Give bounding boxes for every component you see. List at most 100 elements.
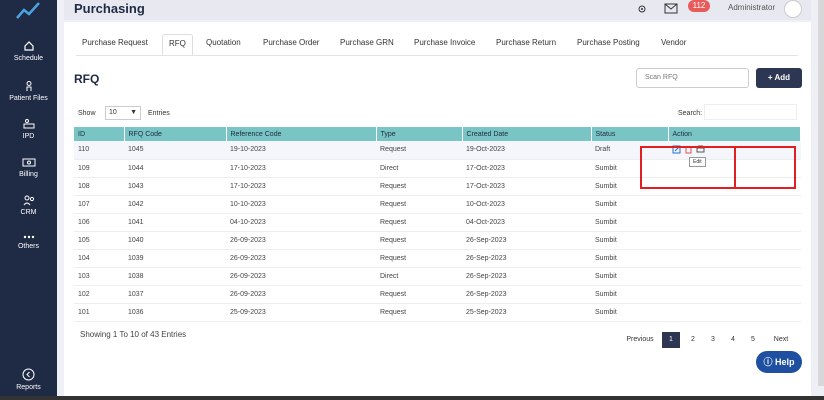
table-cell: 1039 (124, 249, 226, 269)
sidebar-item-others[interactable]: Others (0, 234, 57, 250)
home-icon (23, 41, 34, 51)
pagination-page-2[interactable]: 2 (684, 332, 702, 348)
sidebar-item-label: Schedule (13, 55, 44, 62)
table-cell: 101 (74, 303, 124, 323)
table-row: 103 1038 26-09-2023 Direct 26-Sep-2023 Sumbit (74, 267, 801, 287)
col-id[interactable]: ID (74, 127, 125, 141)
table-cell: Request (376, 249, 462, 269)
main-panel: Purchase Request RFQ Quotation Purchase … (64, 22, 811, 400)
pagination-page-5[interactable]: 5 (744, 332, 762, 348)
col-created-date[interactable]: Created Date (462, 127, 592, 141)
action-cell (668, 213, 801, 232)
action-cell (668, 249, 801, 269)
tab-rfq[interactable]: RFQ (162, 34, 193, 56)
table-header-row: ID RFQ Code Reference Code Type Created … (74, 127, 801, 141)
notification-badge[interactable]: 112 (688, 0, 710, 12)
add-button[interactable]: + Add (756, 68, 802, 88)
dots-icon (23, 235, 34, 239)
sidebar-item-crm[interactable]: CRM (0, 194, 57, 216)
search-label: Search: (678, 110, 703, 117)
gear-icon[interactable] (636, 3, 648, 15)
pagination-page-4[interactable]: 4 (724, 332, 742, 348)
action-cell (668, 285, 801, 305)
table-cell: 19-10-2023 (226, 141, 376, 160)
table-cell: 10-Oct-2023 (462, 195, 591, 214)
tab-quotation[interactable]: Quotation (200, 34, 247, 56)
table-cell: 1042 (124, 195, 226, 214)
pagination-next[interactable]: Next (768, 332, 794, 348)
sidebar-item-reports[interactable]: Reports (0, 368, 57, 391)
table-cell: 1041 (124, 213, 226, 232)
table-cell: 108 (74, 177, 124, 196)
action-cell (668, 303, 801, 323)
show-label: Show (78, 110, 96, 117)
sidebar-item-label: Billing (19, 171, 38, 178)
sidebar-item-billing[interactable]: Billing (0, 157, 57, 178)
action-cell (668, 231, 801, 251)
action-cell (668, 195, 801, 214)
table-cell: 26-09-2023 (226, 231, 376, 251)
help-icon: ⓘ (763, 357, 775, 367)
mail-icon[interactable] (664, 3, 678, 14)
entries-select-value: 10 (109, 109, 117, 116)
search-input[interactable] (704, 104, 797, 120)
table-cell: 1045 (124, 141, 226, 160)
col-action[interactable]: Action (668, 127, 801, 141)
top-header: Purchasing 112 Administrator (64, 0, 811, 20)
sidebar-item-label: IPD (22, 133, 35, 140)
table-cell: 109 (74, 159, 124, 178)
action-highlight-box (734, 146, 796, 189)
table-cell: 103 (74, 267, 124, 287)
table-cell: 1037 (124, 285, 226, 305)
table-cell: Direct (376, 267, 462, 287)
table-cell: Request (376, 213, 462, 232)
tab-purchase-invoice[interactable]: Purchase Invoice (408, 34, 481, 56)
table-cell: Request (376, 231, 462, 251)
tab-purchase-grn[interactable]: Purchase GRN (334, 34, 400, 56)
col-reference-code[interactable]: Reference Code (226, 127, 377, 141)
table-cell: Sumbit (591, 213, 668, 232)
user-name[interactable]: Administrator (728, 3, 775, 12)
sidebar-item-patient-files[interactable]: Patient Files (0, 80, 57, 102)
pagination-page-3[interactable]: 3 (704, 332, 722, 348)
entries-label: Entries (148, 110, 170, 117)
tab-divider (76, 55, 798, 56)
table-cell: 17-10-2023 (226, 177, 376, 196)
tab-purchase-posting[interactable]: Purchase Posting (571, 34, 646, 56)
col-type[interactable]: Type (376, 127, 463, 141)
scan-input[interactable]: Scan RFQ (636, 68, 749, 88)
money-icon (22, 158, 35, 167)
table-cell: 105 (74, 231, 124, 251)
pagination-page-1[interactable]: 1 (662, 332, 680, 348)
scrollbar[interactable] (818, 0, 824, 386)
table-cell: Sumbit (591, 267, 668, 287)
table-row: 106 1041 04-10-2023 Request 04-Oct-2023 Sumbi… (74, 213, 801, 232)
help-button[interactable]: ⓘ Help (756, 351, 802, 373)
tab-vendor[interactable]: Vendor (655, 34, 692, 56)
sidebar-item-label: Reports (16, 384, 41, 391)
sidebar-item-ipd[interactable]: IPD (0, 118, 57, 140)
table-cell: 110 (74, 141, 124, 160)
table-cell: 26-09-2023 (226, 267, 376, 287)
table-cell: 25-09-2023 (226, 303, 376, 323)
entries-select[interactable]: 10 ▼ (105, 106, 141, 120)
table-cell: 1038 (124, 267, 226, 287)
table-row: 107 1042 10-10-2023 Request 10-Oct-2023 Sumbi… (74, 195, 801, 214)
bottom-bar (0, 396, 824, 400)
person-icon (26, 81, 31, 91)
tab-purchase-order[interactable]: Purchase Order (257, 34, 325, 56)
help-label: Help (775, 357, 795, 367)
tab-purchase-return[interactable]: Purchase Return (490, 34, 562, 56)
table-cell: 106 (74, 213, 124, 232)
sidebar-item-schedule[interactable]: Schedule (0, 40, 57, 62)
avatar[interactable] (784, 0, 802, 18)
logo-icon[interactable] (14, 0, 42, 22)
col-rfq-code[interactable]: RFQ Code (124, 127, 227, 141)
tab-purchase-request[interactable]: Purchase Request (76, 34, 154, 56)
table-cell: Direct (376, 159, 462, 178)
table-cell: 17-Oct-2023 (462, 159, 591, 178)
col-status[interactable]: Status (591, 127, 669, 141)
table-cell: Request (376, 141, 462, 160)
chevron-left-icon (22, 368, 35, 381)
pagination-previous[interactable]: Previous (620, 332, 660, 348)
